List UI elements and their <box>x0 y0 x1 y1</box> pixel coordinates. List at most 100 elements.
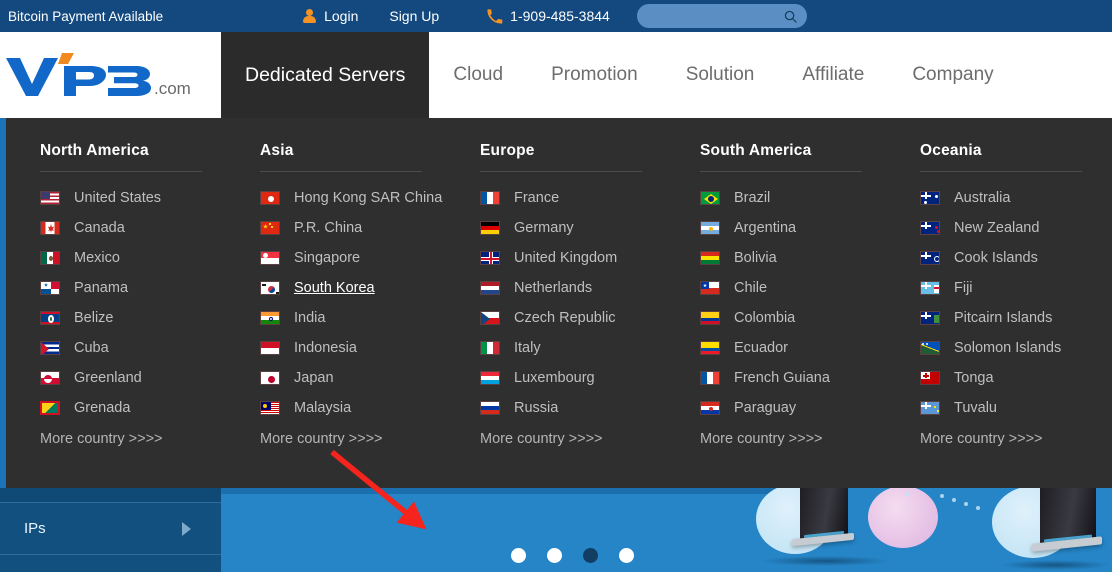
country-item-greenland[interactable]: Greenland <box>40 363 226 393</box>
country-item-pitcairn-islands[interactable]: Pitcairn Islands <box>920 303 1106 333</box>
carousel-dot-4[interactable] <box>619 548 634 563</box>
country-item-new-zealand[interactable]: New Zealand <box>920 213 1106 243</box>
flag-us-icon <box>40 191 60 205</box>
more-country-link-asia[interactable]: More country >>>> <box>260 431 446 447</box>
country-item-chile[interactable]: Chile <box>700 273 886 303</box>
country-item-belize[interactable]: Belize <box>40 303 226 333</box>
country-item-brazil[interactable]: Brazil <box>700 183 886 213</box>
country-item-ecuador[interactable]: Ecuador <box>700 333 886 363</box>
country-item-mexico[interactable]: Mexico <box>40 243 226 273</box>
country-item-tonga[interactable]: Tonga <box>920 363 1106 393</box>
site-header: .com Dedicated Servers Cloud Promotion S… <box>0 32 1112 118</box>
country-item-fiji[interactable]: Fiji <box>920 273 1106 303</box>
column-title: Europe <box>480 142 666 171</box>
flag-nl-icon <box>480 281 500 295</box>
country-item-netherlands[interactable]: Netherlands <box>480 273 666 303</box>
country-label: Hong Kong SAR China <box>294 190 442 206</box>
flag-ck-icon <box>920 251 940 265</box>
country-item-paraguay[interactable]: Paraguay <box>700 393 886 423</box>
left-blue-rail <box>0 118 6 488</box>
logo-zone[interactable]: .com <box>0 32 221 118</box>
country-item-russia[interactable]: Russia <box>480 393 666 423</box>
country-item-japan[interactable]: Japan <box>260 363 446 393</box>
country-item-luxembourg[interactable]: Luxembourg <box>480 363 666 393</box>
nav-item-affiliate[interactable]: Affiliate <box>778 32 888 118</box>
search-box[interactable] <box>637 4 807 28</box>
flag-ca-icon <box>40 221 60 235</box>
country-item-india[interactable]: India <box>260 303 446 333</box>
carousel-dot-2[interactable] <box>547 548 562 563</box>
column-divider <box>480 171 642 172</box>
country-label: Panama <box>74 280 128 296</box>
login-link[interactable]: Login <box>324 8 358 24</box>
country-item-cook-islands[interactable]: Cook Islands <box>920 243 1106 273</box>
country-label: Malaysia <box>294 400 351 416</box>
nav-label: Cloud <box>453 64 503 86</box>
country-item-singapore[interactable]: Singapore <box>260 243 446 273</box>
flag-it-icon <box>480 341 500 355</box>
country-item-panama[interactable]: Panama <box>40 273 226 303</box>
country-item-south-korea[interactable]: South Korea <box>260 273 446 303</box>
more-country-link-south-america[interactable]: More country >>>> <box>700 431 886 447</box>
flag-ru-icon <box>480 401 500 415</box>
country-item-united-states[interactable]: United States <box>40 183 226 213</box>
country-item-united-kingdom[interactable]: United Kingdom <box>480 243 666 273</box>
country-item-argentina[interactable]: Argentina <box>700 213 886 243</box>
country-label: Pitcairn Islands <box>954 310 1052 326</box>
country-item-solomon-islands[interactable]: Solomon Islands <box>920 333 1106 363</box>
country-item-hong-kong[interactable]: Hong Kong SAR China <box>260 183 446 213</box>
nav-item-solution[interactable]: Solution <box>662 32 779 118</box>
nav-item-dedicated-servers[interactable]: Dedicated Servers <box>221 32 429 118</box>
phone-number[interactable]: 1-909-485-3844 <box>510 8 610 24</box>
country-item-czech-republic[interactable]: Czech Republic <box>480 303 666 333</box>
flag-tv-icon <box>920 401 940 415</box>
country-label: Germany <box>514 220 574 236</box>
column-divider <box>40 171 202 172</box>
flag-to-icon <box>920 371 940 385</box>
flag-sb-icon <box>920 341 940 355</box>
carousel-dot-3[interactable] <box>583 548 598 563</box>
country-label: France <box>514 190 559 206</box>
country-item-france[interactable]: France <box>480 183 666 213</box>
search-icon[interactable] <box>783 9 798 24</box>
nav-item-promotion[interactable]: Promotion <box>527 32 662 118</box>
country-label: Bolivia <box>734 250 777 266</box>
column-divider <box>920 171 1082 172</box>
mega-column-oceania: Oceania Australia <box>886 142 1106 488</box>
flag-cn-icon <box>260 221 280 235</box>
column-divider <box>260 171 422 172</box>
vpb-logo[interactable]: .com <box>2 48 202 102</box>
country-label: Mexico <box>74 250 120 266</box>
country-item-colombia[interactable]: Colombia <box>700 303 886 333</box>
nav-item-cloud[interactable]: Cloud <box>429 32 527 118</box>
flag-br-icon <box>700 191 720 205</box>
country-item-italy[interactable]: Italy <box>480 333 666 363</box>
country-label: United States <box>74 190 161 206</box>
carousel-dot-1[interactable] <box>511 548 526 563</box>
country-item-tuvalu[interactable]: Tuvalu <box>920 393 1106 423</box>
country-item-germany[interactable]: Germany <box>480 213 666 243</box>
more-country-link-north-america[interactable]: More country >>>> <box>40 431 226 447</box>
country-item-indonesia[interactable]: Indonesia <box>260 333 446 363</box>
flag-bo-icon <box>700 251 720 265</box>
flag-ar-icon <box>700 221 720 235</box>
nav-item-company[interactable]: Company <box>888 32 1017 118</box>
country-label: Ecuador <box>734 340 788 356</box>
country-label: Tonga <box>954 370 994 386</box>
more-country-link-oceania[interactable]: More country >>>> <box>920 431 1106 447</box>
country-item-bolivia[interactable]: Bolivia <box>700 243 886 273</box>
country-item-grenada[interactable]: Grenada <box>40 393 226 423</box>
country-item-pr-china[interactable]: P.R. China <box>260 213 446 243</box>
country-item-french-guiana[interactable]: French Guiana <box>700 363 886 393</box>
country-item-canada[interactable]: Canada <box>40 213 226 243</box>
sidebar-item-ips[interactable]: IPs <box>0 503 221 555</box>
flag-gl-icon <box>40 371 60 385</box>
search-input[interactable] <box>655 6 783 26</box>
more-country-link-europe[interactable]: More country >>>> <box>480 431 666 447</box>
country-label: Chile <box>734 280 767 296</box>
country-item-australia[interactable]: Australia <box>920 183 1106 213</box>
country-label: Singapore <box>294 250 360 266</box>
country-item-cuba[interactable]: Cuba <box>40 333 226 363</box>
country-item-malaysia[interactable]: Malaysia <box>260 393 446 423</box>
signup-link[interactable]: Sign Up <box>389 8 439 24</box>
